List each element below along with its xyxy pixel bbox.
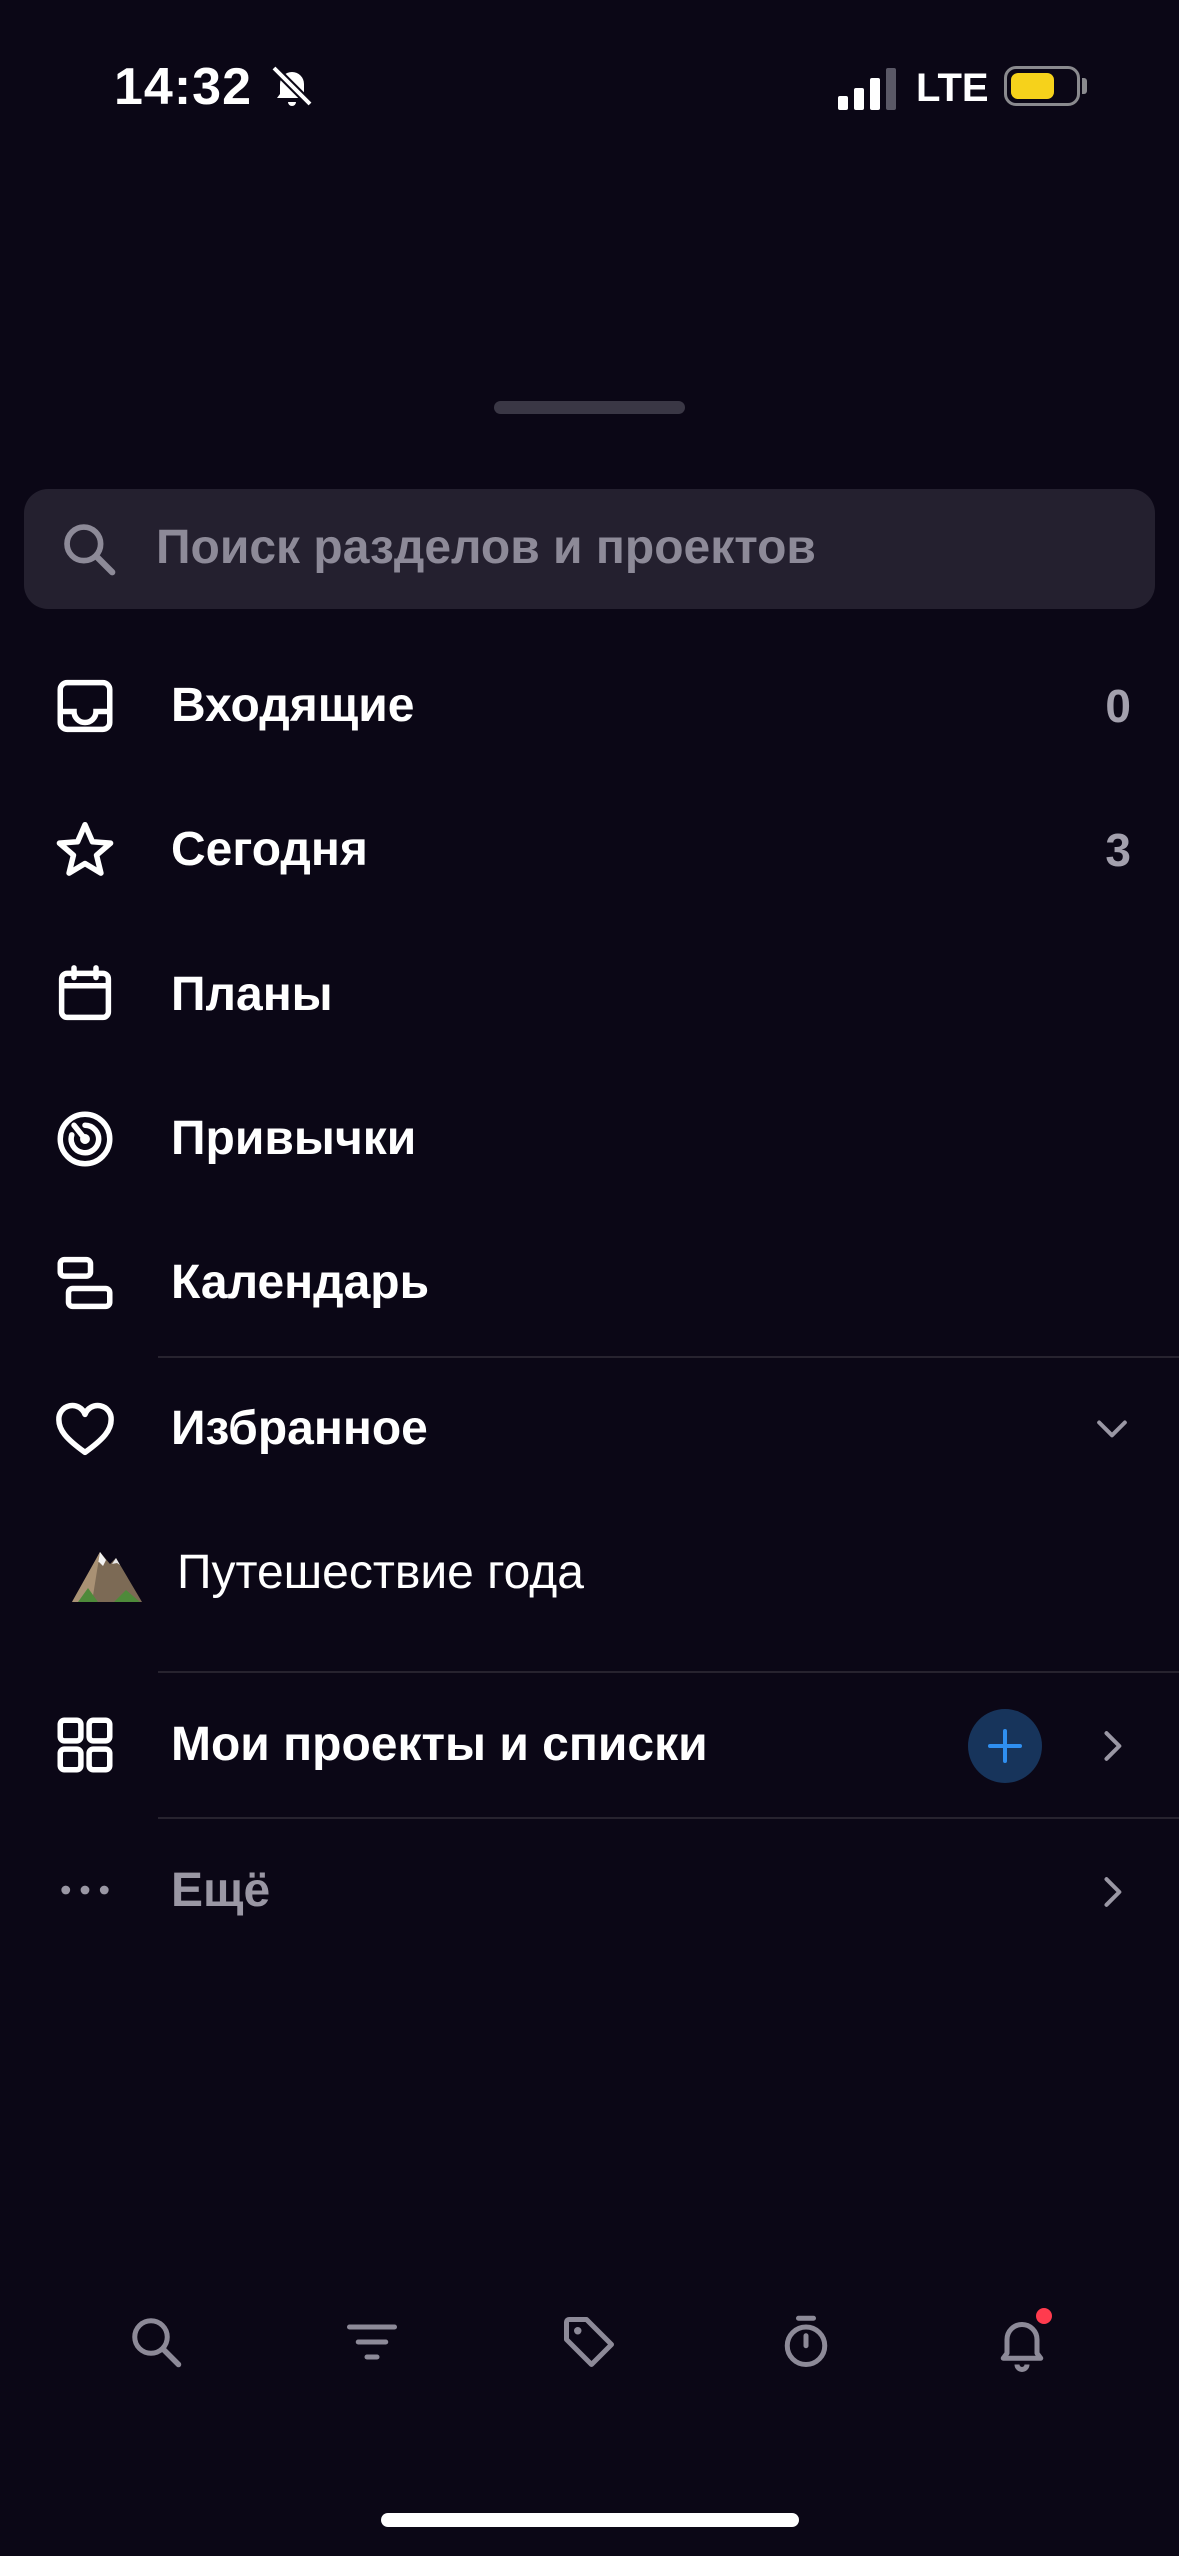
- sidebar-item-label: Календарь: [171, 1256, 430, 1309]
- today-count: 3: [1105, 824, 1131, 876]
- heart-icon: [56, 1402, 114, 1456]
- ellipsis-icon: [61, 1885, 109, 1895]
- habit-target-icon: [57, 1111, 113, 1167]
- projects-label: Мои проекты и списки: [171, 1718, 708, 1771]
- sidebar-item-label: Входящие: [171, 679, 415, 732]
- home-indicator: [381, 2513, 799, 2527]
- search-icon[interactable]: [126, 2312, 186, 2372]
- sidebar-item-label: Привычки: [171, 1112, 417, 1165]
- search-icon: [64, 524, 116, 576]
- favorites-label: Избранное: [171, 1402, 428, 1455]
- timeline-blocks-icon: [57, 1256, 113, 1310]
- battery-icon: [1004, 66, 1080, 106]
- inbox-tray-icon: [57, 679, 113, 733]
- network-type: LTE: [916, 66, 989, 110]
- filter-icon[interactable]: [342, 2312, 402, 2372]
- status-time: 14:32: [114, 58, 252, 116]
- search-placeholder[interactable]: Поиск разделов и проектов: [156, 514, 816, 582]
- more-label: Ещё: [171, 1864, 271, 1917]
- calendar-icon: [58, 965, 112, 1021]
- inbox-count: 0: [1105, 680, 1131, 732]
- chevron-right-icon[interactable]: [1090, 1724, 1134, 1768]
- stopwatch-icon[interactable]: [776, 2312, 836, 2372]
- star-icon: [56, 821, 114, 876]
- chevron-right-icon[interactable]: [1090, 1870, 1134, 1914]
- sheet-grabber[interactable]: [494, 401, 685, 414]
- battery-level: [1011, 73, 1054, 99]
- grid-icon: [57, 1717, 113, 1773]
- tag-icon[interactable]: [559, 2312, 619, 2372]
- mountain-emoji-icon: [72, 1552, 142, 1602]
- chevron-down-icon[interactable]: [1090, 1406, 1134, 1450]
- cellular-signal-icon: [838, 68, 896, 110]
- bell-slash-icon: [271, 65, 313, 107]
- battery-cap: [1082, 78, 1087, 94]
- sidebar-item-label: Сегодня: [171, 823, 368, 876]
- notification-badge: [1036, 2308, 1052, 2324]
- sidebar-item-label: Планы: [171, 968, 333, 1021]
- favorite-item-label: Путешествие года: [177, 1546, 584, 1599]
- plus-icon: [988, 1729, 1022, 1763]
